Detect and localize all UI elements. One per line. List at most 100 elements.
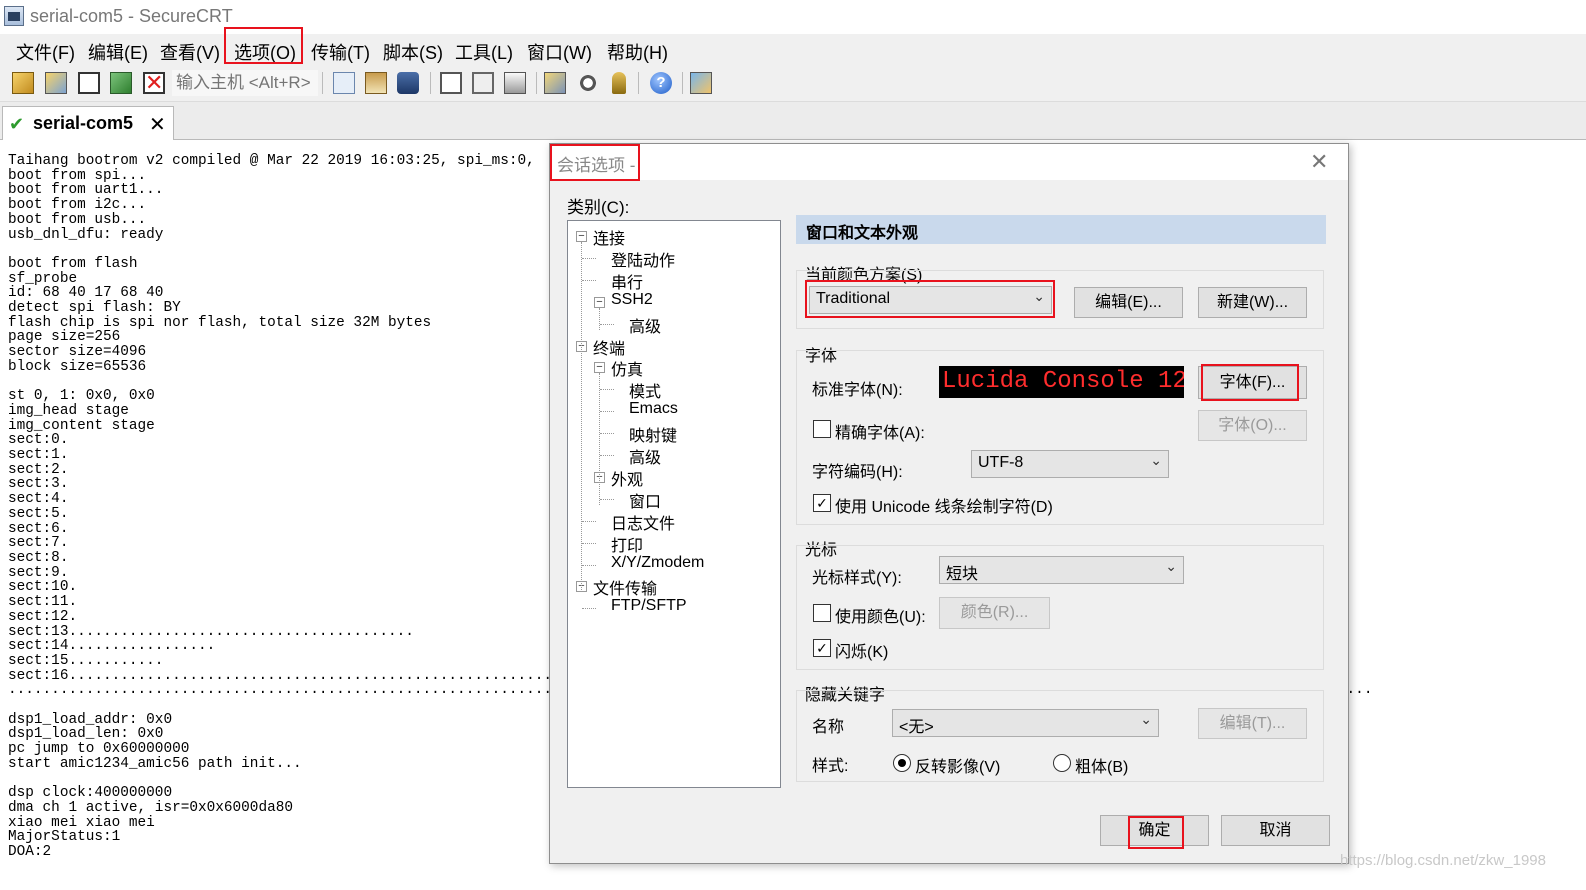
toolbar-separator xyxy=(322,72,323,94)
disconnect-icon[interactable]: ✕ xyxy=(143,72,165,94)
tree-item[interactable]: FTP/SFTP xyxy=(611,597,687,615)
color-scheme-value: Traditional xyxy=(816,290,891,307)
unicode-line-drawing-checkbox[interactable]: ✓ xyxy=(813,494,831,512)
tree-item[interactable]: 外观 xyxy=(611,466,643,490)
tree-item[interactable]: 打印 xyxy=(611,532,643,556)
use-color-label: 使用颜色(U): xyxy=(835,609,926,626)
tab-serial-com5[interactable]: ✔ serial-com5 ✕ xyxy=(2,106,174,140)
precise-font-button[interactable]: 字体(O)... xyxy=(1198,410,1307,441)
menu-options[interactable]: 选项(O) xyxy=(234,39,296,65)
tree-item[interactable]: X/Y/Zmodem xyxy=(611,554,704,572)
title-bar: serial-com5 - SecureCRT xyxy=(0,0,1586,34)
collapse-icon[interactable]: − xyxy=(594,362,605,374)
keywords-edit-button[interactable]: 编辑(T)... xyxy=(1198,708,1307,739)
tree-item[interactable]: 高级 xyxy=(629,444,661,468)
menu-transfer[interactable]: 传输(T) xyxy=(311,39,370,65)
bold-radio[interactable] xyxy=(1053,754,1071,772)
tree-item[interactable]: 文件传输 xyxy=(593,575,657,599)
keymap-icon[interactable] xyxy=(690,72,712,94)
reconnect-icon[interactable] xyxy=(110,72,132,94)
tree-item[interactable]: 窗口 xyxy=(629,488,661,512)
tree-item[interactable]: SSH2 xyxy=(611,291,653,309)
encoding-select[interactable]: UTF-8 ⌄ xyxy=(971,450,1169,478)
color-scheme-select[interactable]: Traditional ⌄ xyxy=(809,286,1052,314)
menu-edit[interactable]: 编辑(E) xyxy=(88,39,148,65)
tree-item[interactable]: 高级 xyxy=(629,313,661,337)
tree-connector xyxy=(600,323,614,325)
menu-window[interactable]: 窗口(W) xyxy=(527,39,592,65)
tree-connector xyxy=(582,257,596,259)
tree-item[interactable]: 登陆动作 xyxy=(611,247,675,271)
paste-icon[interactable] xyxy=(365,72,387,94)
unicode-line-drawing-label: 使用 Unicode 线条绘制字符(D) xyxy=(835,499,1053,516)
precise-font-checkbox[interactable] xyxy=(813,420,831,438)
quick-connect-icon[interactable] xyxy=(45,72,67,94)
tree-item[interactable]: Emacs xyxy=(629,400,678,418)
printer-icon[interactable] xyxy=(504,72,526,94)
tree-item[interactable]: 日志文件 xyxy=(611,510,675,534)
session-options-icon[interactable] xyxy=(544,72,566,94)
menu-view[interactable]: 查看(V) xyxy=(160,39,220,65)
font-button[interactable]: 字体(F)... xyxy=(1198,366,1307,399)
tree-item[interactable]: 仿真 xyxy=(611,356,643,380)
key-icon[interactable] xyxy=(612,72,626,94)
tree-item[interactable]: 映射键 xyxy=(629,422,677,446)
session-options-dialog: 会话选项 - ✕ 类别(C): 连接 − 登陆动作 串行 SSH2− 高级 终端 − 仿真 − 模式… xyxy=(549,143,1349,864)
collapse-icon[interactable]: − xyxy=(594,296,605,308)
dialog-title: 会话选项 - xyxy=(557,156,636,175)
reverse-video-radio[interactable] xyxy=(893,754,911,772)
connect-icon[interactable] xyxy=(12,72,34,94)
ok-button[interactable]: 确定 xyxy=(1100,815,1209,846)
cancel-button[interactable]: 取消 xyxy=(1221,815,1330,846)
tree-item[interactable]: 串行 xyxy=(611,269,643,293)
encoding-label: 字符编码(H): xyxy=(812,464,903,481)
chevron-down-icon: ⌄ xyxy=(1033,288,1045,304)
menu-help[interactable]: 帮助(H) xyxy=(607,39,668,65)
tree-item[interactable]: 终端 xyxy=(593,335,625,359)
help-icon[interactable]: ? xyxy=(650,72,672,94)
use-color-checkbox[interactable] xyxy=(813,604,831,622)
global-options-icon[interactable] xyxy=(577,72,599,94)
cursor-style-select[interactable]: 短块 ⌄ xyxy=(939,556,1184,584)
connect-in-tab-icon[interactable] xyxy=(78,72,100,94)
tree-connector xyxy=(600,389,614,391)
blink-label: 闪烁(K) xyxy=(835,644,889,661)
collapse-icon[interactable]: − xyxy=(576,231,587,242)
securecrt-app-icon xyxy=(4,6,24,26)
tree-connector xyxy=(600,433,614,435)
tab-close-icon[interactable]: ✕ xyxy=(149,112,166,137)
menu-tools[interactable]: 工具(L) xyxy=(455,39,513,65)
copy-icon[interactable] xyxy=(333,72,355,94)
new-scheme-button[interactable]: 新建(W)... xyxy=(1198,287,1307,318)
tree-connector xyxy=(600,498,614,500)
toolbar-separator xyxy=(638,72,639,94)
cursor-style-label: 光标样式(Y): xyxy=(812,570,902,587)
cursor-color-button[interactable]: 颜色(R)... xyxy=(939,597,1050,629)
session-print-icon[interactable] xyxy=(472,72,494,94)
edit-scheme-button[interactable]: 编辑(E)... xyxy=(1074,287,1183,318)
find-icon[interactable] xyxy=(397,72,419,94)
print-setup-icon[interactable] xyxy=(440,72,462,94)
menu-script[interactable]: 脚本(S) xyxy=(383,39,443,65)
tree-item[interactable]: 模式 xyxy=(629,378,661,402)
tree-connector xyxy=(582,542,596,544)
bold-label: 粗体(B) xyxy=(1075,759,1129,776)
encoding-value: UTF-8 xyxy=(978,454,1024,471)
normal-font-label: 标准字体(N): xyxy=(812,382,903,399)
menu-file[interactable]: 文件(F) xyxy=(16,39,75,65)
chevron-down-icon: ⌄ xyxy=(1150,452,1162,468)
keywords-name-select[interactable]: <无> ⌄ xyxy=(892,709,1159,737)
chevron-down-icon: ⌄ xyxy=(1165,558,1177,574)
blink-checkbox[interactable]: ✓ xyxy=(813,639,831,657)
category-tree[interactable]: 连接 − 登陆动作 串行 SSH2− 高级 终端 − 仿真 − 模式 Emacs 映射键 高级 外观 − 窗口日… xyxy=(567,220,781,788)
font-preview-text: Lucida Console 12pt xyxy=(942,368,1184,395)
font-preview: Lucida Console 12pt xyxy=(939,366,1184,398)
panel-header-title: 窗口和文本外观 xyxy=(806,225,919,242)
tree-item[interactable]: 连接 xyxy=(593,225,625,249)
dialog-close-icon[interactable]: ✕ xyxy=(1310,149,1328,175)
keywords-name-label: 名称 xyxy=(812,719,845,736)
tree-connector xyxy=(582,279,596,281)
precise-font-label: 精确字体(A): xyxy=(835,425,925,442)
tree-connector xyxy=(582,608,596,610)
host-input[interactable] xyxy=(172,70,318,96)
